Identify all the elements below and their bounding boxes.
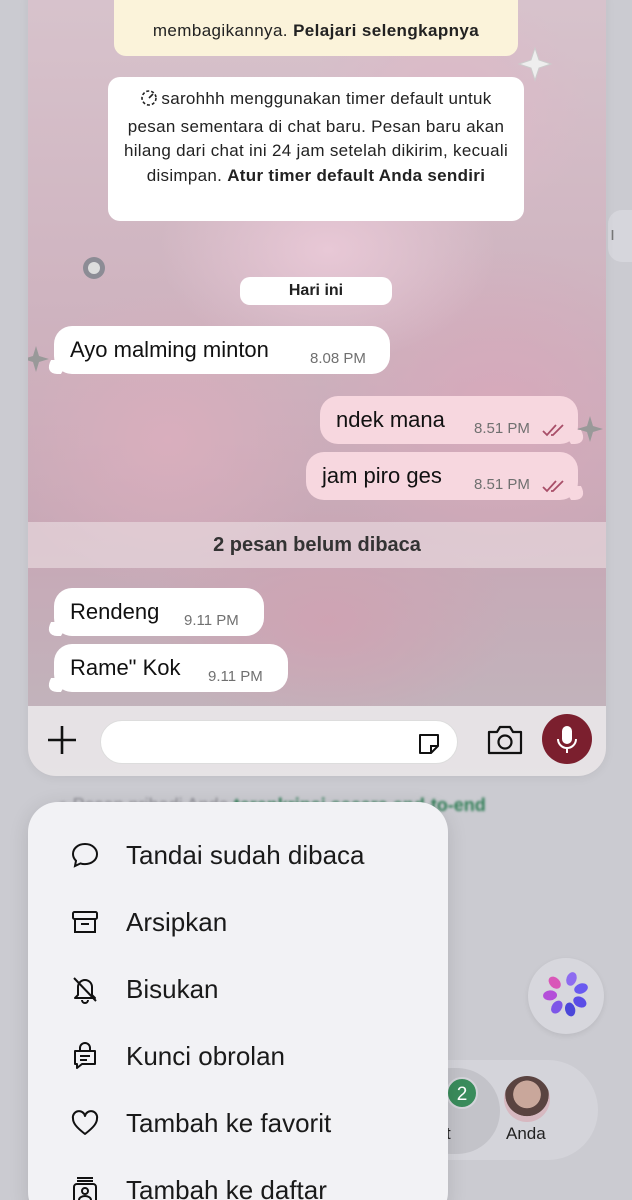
sticker-icon[interactable] bbox=[415, 730, 443, 758]
menu-item-add-to-list[interactable]: Tambah ke daftar bbox=[28, 1157, 448, 1200]
message-time: 8.08 PM bbox=[310, 350, 366, 367]
background-edge-tab: ı bbox=[608, 210, 632, 262]
menu-item-archive[interactable]: Arsipkan bbox=[28, 889, 448, 953]
voice-message-button[interactable] bbox=[542, 714, 592, 764]
add-to-list-icon bbox=[73, 1177, 97, 1200]
message-text: Rendeng bbox=[70, 599, 160, 624]
message-bubble[interactable]: jam piro ges 8.51 PM bbox=[306, 452, 578, 500]
date-chip: Hari ini bbox=[240, 277, 392, 305]
tab-profile-label: Anda bbox=[506, 1124, 546, 1143]
chat-preview: membagikannya. Pelajari selengkapnya sar… bbox=[28, 0, 606, 776]
message-bubble[interactable]: ndek mana 8.51 PM bbox=[320, 396, 578, 444]
message-time: 9.11 PM bbox=[184, 612, 239, 629]
message-time: 8.51 PM bbox=[474, 420, 530, 437]
menu-item-mark-read[interactable]: Tandai sudah dibaca bbox=[28, 822, 448, 886]
message-time: 9.11 PM bbox=[208, 668, 263, 685]
archive-icon bbox=[72, 911, 98, 933]
menu-item-label: Bisukan bbox=[126, 974, 219, 1004]
camera-icon[interactable] bbox=[486, 724, 524, 756]
unread-divider: 2 pesan belum dibaca bbox=[28, 522, 606, 568]
message-input[interactable] bbox=[100, 720, 458, 764]
info-notice: membagikannya. Pelajari selengkapnya bbox=[114, 0, 518, 56]
message-text: Ayo malming minton bbox=[70, 337, 269, 362]
message-composer bbox=[28, 706, 606, 776]
menu-item-label: Tambah ke daftar bbox=[126, 1175, 327, 1200]
microphone-icon bbox=[557, 726, 577, 753]
read-receipt-icon bbox=[542, 424, 564, 437]
message-bubble[interactable]: Rame" Kok 9.11 PM bbox=[54, 644, 288, 692]
context-menu: Tandai sudah dibaca Arsipkan Bisukan Kun… bbox=[28, 802, 448, 1200]
meta-ai-icon bbox=[543, 972, 588, 1017]
menu-item-lock-chat[interactable]: Kunci obrolan bbox=[28, 1023, 448, 1087]
disappearing-timer-notice: sarohhh menggunakan timer default untuk … bbox=[108, 77, 524, 221]
message-text: jam piro ges bbox=[322, 463, 442, 488]
info-notice-text: membagikannya. bbox=[152, 21, 288, 40]
heart-icon bbox=[71, 1110, 99, 1135]
read-receipt-icon bbox=[542, 480, 564, 493]
plus-icon[interactable] bbox=[44, 722, 80, 758]
menu-item-label: Tandai sudah dibaca bbox=[126, 840, 365, 870]
unread-badge: 2 bbox=[446, 1077, 478, 1109]
message-bubble[interactable]: Ayo malming minton 8.08 PM bbox=[54, 326, 390, 374]
meta-ai-button[interactable] bbox=[528, 958, 604, 1034]
message-text: Rame" Kok bbox=[70, 655, 181, 680]
chat-bubble-icon bbox=[71, 842, 99, 868]
message-text: ndek mana bbox=[336, 407, 445, 432]
learn-more-link[interactable]: Pelajari selengkapnya bbox=[293, 21, 479, 40]
menu-item-add-favorite[interactable]: Tambah ke favorit bbox=[28, 1090, 448, 1154]
bell-off-icon bbox=[73, 977, 97, 1004]
set-default-timer-link[interactable]: Atur timer default Anda sendiri bbox=[227, 166, 485, 185]
menu-item-label: Tambah ke favorit bbox=[126, 1108, 332, 1138]
message-time: 8.51 PM bbox=[474, 476, 530, 493]
menu-item-label: Arsipkan bbox=[126, 907, 228, 937]
menu-item-label: Kunci obrolan bbox=[126, 1041, 285, 1071]
lock-chat-icon bbox=[74, 1042, 96, 1069]
menu-item-mute[interactable]: Bisukan bbox=[28, 956, 448, 1020]
timer-icon bbox=[140, 89, 158, 115]
profile-avatar[interactable] bbox=[504, 1076, 550, 1122]
message-bubble[interactable]: Rendeng 9.11 PM bbox=[54, 588, 264, 636]
